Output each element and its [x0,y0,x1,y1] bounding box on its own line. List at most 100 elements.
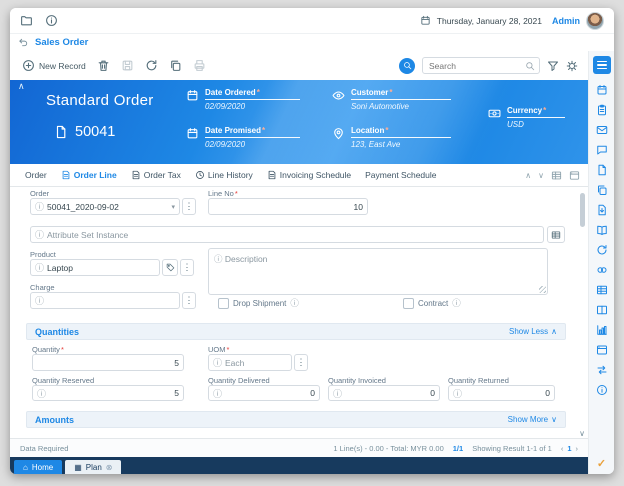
drop-shipment-checkbox[interactable]: Drop Shipment ⓘ [218,297,299,309]
undo-icon[interactable] [18,37,29,48]
date-ordered-field[interactable]: Date Ordered* 02/09/2020 [186,88,300,111]
chevron-down-icon[interactable]: ▾ [171,203,175,211]
bottom-tab-plan[interactable]: ▦ Plan ⊗ [65,460,121,474]
book-icon[interactable] [596,224,608,236]
quantity-reserved-field[interactable]: ⓘ 5 [32,385,184,401]
product-field[interactable]: ⓘ Laptop [30,259,160,276]
collapse-header-icon[interactable]: ∧ [18,81,25,92]
customer-field[interactable]: Customer* Soni Automotive [332,88,451,111]
bottom-tab-bar: ⌂ Home ▦ Plan ⊗ [10,457,588,474]
tab-line-history[interactable]: Line History [188,164,260,186]
document-icon[interactable] [596,164,608,176]
quantity-delivered-field[interactable]: ⓘ 0 [208,385,320,401]
document-icon [54,125,68,139]
scrollbar-thumb[interactable] [580,193,585,227]
resize-handle[interactable] [539,286,546,293]
clipboard-icon[interactable] [596,104,608,116]
quick-search-button[interactable] [399,58,415,74]
scroll-down-icon[interactable]: ∨ [579,429,585,438]
product-more-button[interactable]: ⋮ [180,259,194,276]
expand-all-icon[interactable]: ∨ [538,171,544,180]
refresh-button[interactable] [145,59,158,72]
order-more-button[interactable]: ⋮ [182,198,196,215]
tab-invoicing-schedule[interactable]: Invoicing Schedule [260,164,358,186]
mail-icon[interactable] [596,124,608,136]
save-button[interactable] [121,59,134,72]
plus-circle-icon [22,59,35,72]
tab-order-tax[interactable]: Order Tax [124,164,188,186]
attribute-set-button[interactable] [547,226,565,243]
tab-payment-schedule[interactable]: Payment Schedule [358,164,443,186]
delete-button[interactable] [97,59,110,72]
info-circle-icon: ⓘ [35,200,44,213]
tab-order-line[interactable]: Order Line [54,164,124,186]
checkbox-box[interactable] [403,298,414,309]
uom-value: Each [225,358,244,368]
calendar-icon[interactable] [596,84,608,96]
quantity-invoiced-label: Quantity Invoiced [328,376,386,385]
info-icon[interactable] [596,384,608,396]
check-icon[interactable]: ✓ [597,457,606,470]
description-textarea[interactable]: ⓘ Description [208,248,548,295]
location-field[interactable]: Location* 123, East Ave [332,126,451,149]
order-combo[interactable]: ⓘ 50041_2020-09-02 ▾ [30,198,180,215]
columns-icon[interactable] [596,304,608,316]
split-view-icon[interactable] [569,170,580,181]
collapse-all-icon[interactable]: ∧ [525,171,531,180]
uom-more-button[interactable]: ⋮ [294,354,308,371]
window-icon[interactable] [596,344,608,356]
folder-icon[interactable] [20,14,33,27]
chart-icon[interactable] [596,324,608,336]
page-title: Sales Order [35,37,88,48]
uom-field[interactable]: ⓘ Each [208,354,292,371]
date-promised-field[interactable]: Date Promised* 02/09/2020 [186,126,300,149]
quantity-returned-field[interactable]: ⓘ 0 [448,385,555,401]
prev-page-icon[interactable]: ‹ [561,444,564,453]
chat-icon[interactable] [596,144,608,156]
charge-more-button[interactable]: ⋮ [182,292,196,309]
bottom-tab-home[interactable]: ⌂ Home [14,460,62,474]
hamburger-menu-button[interactable] [593,56,611,74]
print-button[interactable] [193,59,206,72]
avatar[interactable] [586,12,604,30]
quantities-toggle-link[interactable]: Show Less∧ [509,327,557,336]
copy-button[interactable] [169,59,182,72]
contract-checkbox[interactable]: Contract ⓘ [403,297,461,309]
next-page-icon[interactable]: › [576,444,579,453]
page-number[interactable]: 1 [567,444,571,453]
export-icon[interactable] [596,204,608,216]
table-icon[interactable] [596,284,608,296]
new-record-button[interactable]: New Record [22,59,86,72]
amounts-toggle-link[interactable]: Show More∨ [508,415,557,424]
search-input[interactable] [427,60,525,72]
required-marker: * [543,106,546,115]
copy-icon[interactable] [596,184,608,196]
order-label: Order [30,189,49,198]
refresh-icon[interactable] [596,244,608,256]
tab-order[interactable]: Order [18,164,54,186]
currency-field[interactable]: Currency* USD [488,106,565,129]
user-name[interactable]: Admin [552,16,580,26]
close-icon[interactable]: ⊗ [106,463,113,472]
product-lookup-button[interactable] [162,259,178,276]
top-bar: Thursday, January 28, 2021 Admin [10,8,614,34]
grid-view-icon[interactable] [551,170,562,181]
link-icon[interactable] [596,264,608,276]
line-no-field[interactable]: 10 [208,198,368,215]
quantities-section-header[interactable]: Quantities Show Less∧ [26,323,566,340]
info-circle-icon: ⓘ [214,254,223,264]
gear-icon[interactable] [566,60,578,72]
filter-icon[interactable] [547,60,559,72]
pagination: ‹ 1 › [561,444,578,453]
quantity-field[interactable]: 5 [32,354,184,371]
checkbox-box[interactable] [218,298,229,309]
attribute-set-field[interactable]: ⓘ Attribute Set Instance [30,226,544,243]
info-icon[interactable] [45,14,58,27]
quantity-invoiced-field[interactable]: ⓘ 0 [328,385,440,401]
right-strip-icons [596,84,608,396]
swap-icon[interactable] [596,364,608,376]
info-circle-icon: ⓘ [333,387,342,400]
charge-field[interactable]: ⓘ [30,292,180,309]
amounts-section-header[interactable]: Amounts Show More∨ [26,411,566,428]
status-bar: Data Required 1 Line(s) - 0.00 - Total: … [10,438,588,457]
